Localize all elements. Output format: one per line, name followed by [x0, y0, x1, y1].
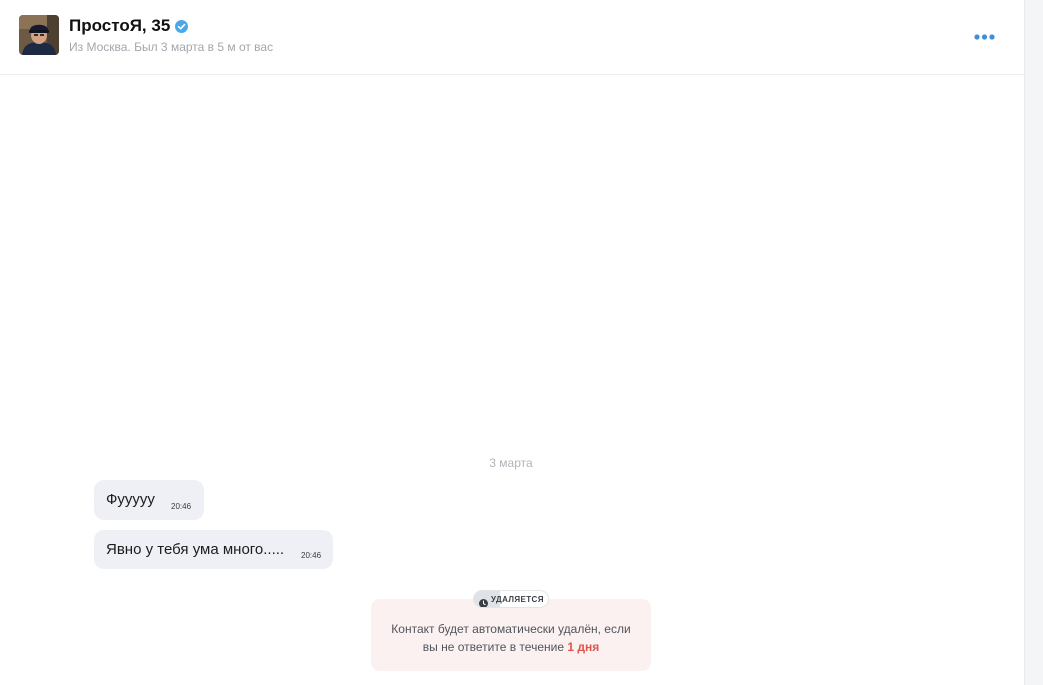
- contact-name[interactable]: ПростоЯ, 35: [69, 16, 170, 36]
- deletion-notice-line2-prefix: вы не ответите в течение: [422, 640, 564, 654]
- deletion-notice-line2: вы не ответите в течение 1 дня: [371, 638, 651, 656]
- message-bubble[interactable]: Явно у тебя ума много..... 20:46: [94, 530, 333, 569]
- verified-check-icon: [175, 19, 189, 33]
- deletion-deadline: 1 дня: [567, 640, 600, 654]
- message-time: 20:46: [301, 551, 322, 560]
- message-bubble[interactable]: Фууууу 20:46: [94, 480, 204, 520]
- deleting-badge: УДАЛЯЕТСЯ: [473, 590, 549, 608]
- right-edge-panel: [1024, 0, 1043, 685]
- message-text: Явно у тебя ума много.....: [106, 541, 285, 558]
- avatar[interactable]: [19, 15, 59, 55]
- deletion-notice-text: Контакт будет автоматически удалён, если…: [371, 620, 651, 656]
- date-separator: 3 марта: [489, 456, 533, 470]
- deleting-badge-label: УДАЛЯЕТСЯ: [491, 594, 544, 604]
- deletion-notice: Контакт будет автоматически удалён, если…: [371, 599, 651, 671]
- chat-window: ПростоЯ, 35 Из Москва. Был 3 марта в 5 м…: [0, 0, 1043, 685]
- more-dots-icon[interactable]: [972, 30, 998, 42]
- contact-status: Из Москва. Был 3 марта в 5 м от вас: [69, 40, 274, 54]
- clock-icon: [479, 595, 488, 607]
- message-text: Фууууу: [106, 491, 155, 508]
- deletion-notice-line1: Контакт будет автоматически удалён, если: [391, 622, 631, 636]
- message-time: 20:46: [171, 502, 192, 511]
- chat-header: ПростоЯ, 35 Из Москва. Был 3 марта в 5 м…: [0, 0, 1024, 75]
- conversation-panel: ПростоЯ, 35 Из Москва. Был 3 марта в 5 м…: [0, 0, 1024, 685]
- contact-name-row: ПростоЯ, 35: [69, 16, 189, 36]
